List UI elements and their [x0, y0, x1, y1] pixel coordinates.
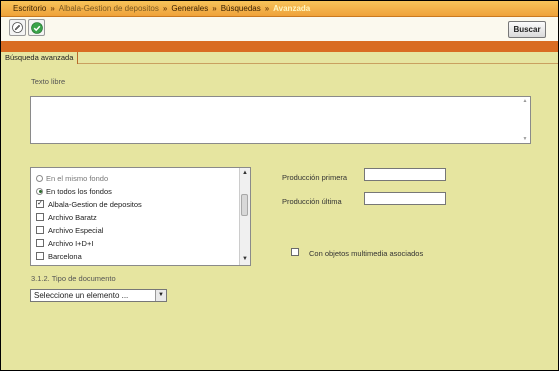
chevron-down-icon[interactable]: ▼	[155, 290, 166, 301]
search-button[interactable]: Buscar	[508, 21, 546, 38]
list-item-label: Archivo Baratz	[48, 212, 97, 222]
scroll-down-icon[interactable]: ▼	[521, 136, 529, 142]
list-item[interactable]: ✓ Albala-Gestion de depositos	[36, 198, 142, 210]
tipo-documento-label: 3.1.2. Tipo de documento	[31, 274, 116, 283]
produccion-ultima-label: Producción última	[282, 197, 342, 206]
textarea-scrollbar[interactable]: ▲ ▼	[521, 98, 529, 142]
checkbox[interactable]	[36, 239, 44, 247]
breadcrumb-separator: »	[50, 4, 55, 13]
checkbox[interactable]	[36, 213, 44, 221]
list-item[interactable]: Archivo Baratz	[36, 211, 97, 223]
scroll-down-icon[interactable]: ▼	[241, 255, 249, 264]
breadcrumb-current: Avanzada	[273, 4, 311, 13]
edit-button[interactable]	[9, 19, 26, 36]
checkbox-checked[interactable]: ✓	[36, 200, 44, 208]
radio-button[interactable]	[36, 174, 43, 182]
checkbox[interactable]	[36, 252, 44, 260]
radio-label: En el mismo fondo	[46, 173, 109, 183]
checkbox[interactable]	[36, 226, 44, 234]
radio-label: En todos los fondos	[46, 186, 112, 196]
free-text-input[interactable]: ▲ ▼	[30, 96, 531, 144]
breadcrumb-busquedas[interactable]: Búsquedas	[221, 4, 261, 13]
toolbar: Buscar	[1, 17, 558, 41]
produccion-primera-input[interactable]	[364, 168, 446, 181]
tipo-documento-select[interactable]: Seleccione un elemento ... ▼	[30, 289, 167, 302]
scroll-thumb[interactable]	[241, 194, 248, 216]
breadcrumb-escritorio[interactable]: Escritorio	[13, 4, 46, 13]
scroll-up-icon[interactable]: ▲	[521, 98, 529, 104]
breadcrumb: Escritorio» Albala-Gestion de depositos» G…	[1, 1, 558, 17]
tab-divider	[1, 63, 558, 64]
breadcrumb-separator: »	[162, 4, 168, 13]
multimedia-label: Con objetos multimedia asociados	[309, 249, 424, 258]
breadcrumb-separator: »	[212, 4, 217, 13]
list-item-label: Archivo Especial	[48, 225, 104, 235]
list-item-label: Albala-Gestion de depositos	[48, 199, 142, 209]
multimedia-checkbox[interactable]	[291, 248, 299, 256]
app-window: Escritorio» Albala-Gestion de depositos» G…	[0, 0, 559, 371]
accept-button[interactable]	[28, 19, 45, 36]
list-item-label: Archivo I+D+I	[48, 238, 94, 248]
radio-mismo-fondo[interactable]: En el mismo fondo	[36, 172, 108, 184]
list-item[interactable]: Barcelona	[36, 250, 82, 262]
breadcrumb-separator: »	[264, 4, 270, 13]
produccion-ultima-input[interactable]	[364, 192, 446, 205]
scroll-up-icon[interactable]: ▲	[241, 169, 249, 178]
fondos-listbox[interactable]: En el mismo fondo En todos los fondos ✓ …	[30, 167, 251, 266]
pencil-icon	[12, 22, 23, 33]
radio-todos-fondos[interactable]: En todos los fondos	[36, 185, 112, 197]
breadcrumb-albala[interactable]: Albala-Gestion de depositos	[59, 4, 159, 13]
list-item[interactable]: Archivo I+D+I	[36, 237, 93, 249]
breadcrumb-generales[interactable]: Generales	[171, 4, 208, 13]
radio-button-selected[interactable]	[36, 187, 43, 195]
produccion-primera-label: Producción primera	[282, 173, 348, 182]
list-item-label: Barcelona	[48, 251, 82, 261]
tab-busqueda-avanzada[interactable]: Búsqueda avanzada	[1, 52, 78, 64]
header-band	[1, 41, 558, 52]
free-text-label: Texto libre	[31, 77, 66, 86]
select-value: Seleccione un elemento ...	[34, 291, 129, 300]
listbox-scrollbar[interactable]: ▲ ▼	[239, 168, 250, 265]
list-item[interactable]: Archivo Especial	[36, 224, 103, 236]
check-icon	[30, 21, 43, 34]
